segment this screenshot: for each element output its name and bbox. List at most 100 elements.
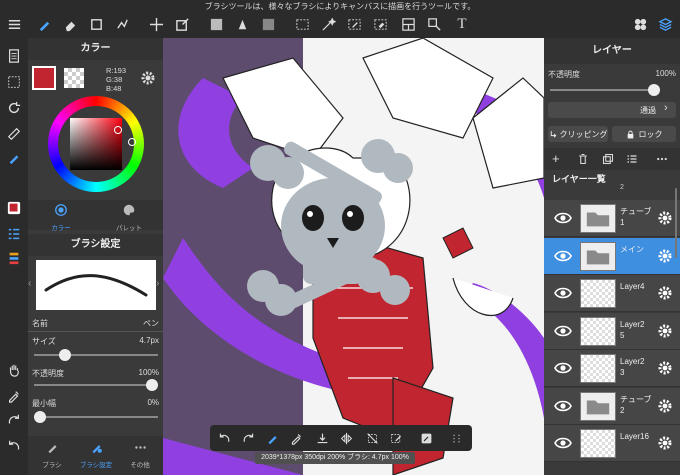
visibility-eye-icon[interactable] bbox=[554, 249, 572, 263]
drawing-canvas[interactable] bbox=[163, 38, 544, 475]
undo-icon[interactable] bbox=[216, 430, 232, 446]
visibility-eye-icon[interactable] bbox=[554, 436, 572, 450]
select-pen-icon[interactable] bbox=[344, 14, 364, 34]
tab-color[interactable]: カラー bbox=[46, 203, 76, 232]
select-rect-icon[interactable] bbox=[292, 14, 312, 34]
layers-icon[interactable] bbox=[655, 14, 675, 34]
brush-tool-icon[interactable] bbox=[34, 14, 54, 34]
rotate-icon[interactable] bbox=[4, 98, 24, 118]
menu-icon[interactable] bbox=[4, 14, 24, 34]
folder-thumbnail bbox=[580, 204, 616, 233]
pages-icon[interactable] bbox=[4, 46, 24, 66]
saturation-value-square[interactable] bbox=[70, 118, 122, 170]
visibility-eye-icon[interactable] bbox=[554, 399, 572, 413]
magic-wand-icon[interactable] bbox=[318, 14, 338, 34]
layer-opacity-knob[interactable] bbox=[648, 84, 660, 96]
fill-tool-icon[interactable] bbox=[206, 14, 226, 34]
min-width-slider-knob[interactable] bbox=[34, 411, 46, 423]
select-eraser-icon[interactable] bbox=[370, 14, 390, 34]
tab-palette[interactable]: パレット bbox=[114, 203, 144, 232]
delete-layer-icon[interactable] bbox=[577, 153, 589, 165]
layer-settings-gear-icon[interactable] bbox=[657, 210, 673, 226]
duplicate-layer-icon[interactable] bbox=[602, 153, 614, 165]
color-fill-icon[interactable] bbox=[258, 14, 278, 34]
material-stack-icon[interactable] bbox=[4, 248, 24, 268]
tab-other[interactable]: その他 bbox=[122, 441, 158, 469]
layer-name: チューブ 2 bbox=[620, 394, 652, 415]
transform-tool-icon[interactable] bbox=[172, 14, 192, 34]
pen-mode-icon[interactable] bbox=[4, 148, 24, 168]
blend-mode-select[interactable]: 通過 bbox=[548, 102, 676, 118]
redo-icon[interactable] bbox=[4, 410, 24, 430]
gradient-tool-icon[interactable] bbox=[232, 14, 252, 34]
eraser-tool-icon[interactable] bbox=[60, 14, 80, 34]
materials-icon[interactable] bbox=[630, 14, 650, 34]
lock-button[interactable]: ロック bbox=[612, 126, 676, 142]
pen-brush-icon[interactable] bbox=[264, 430, 280, 446]
layer-settings-gear-icon[interactable] bbox=[657, 360, 673, 376]
layer-settings-gear-icon[interactable] bbox=[657, 435, 673, 451]
visibility-eye-icon[interactable] bbox=[554, 361, 572, 375]
layer-name: Layer2 5 bbox=[620, 319, 645, 340]
clipping-button[interactable]: クリッピング bbox=[548, 126, 608, 142]
color-wheel[interactable] bbox=[48, 96, 144, 192]
deselect-icon[interactable] bbox=[364, 430, 380, 446]
sub-color-swatch[interactable] bbox=[64, 68, 84, 88]
undo-icon[interactable] bbox=[4, 436, 24, 456]
shape-tool-icon[interactable] bbox=[86, 14, 106, 34]
eyedropper-icon[interactable] bbox=[288, 430, 304, 446]
import-icon[interactable] bbox=[314, 430, 330, 446]
visibility-eye-icon[interactable] bbox=[554, 211, 572, 225]
move-tool-icon[interactable] bbox=[146, 14, 166, 34]
layer-row[interactable]: Layer16 bbox=[544, 425, 680, 462]
flip-icon[interactable] bbox=[338, 430, 354, 446]
blend-mode-value: 通過 bbox=[640, 105, 656, 115]
filter-tool-icon[interactable] bbox=[112, 14, 132, 34]
folder-icon bbox=[586, 399, 610, 414]
layer-settings-gear-icon[interactable] bbox=[657, 248, 673, 264]
layer-settings-gear-icon[interactable] bbox=[657, 323, 673, 339]
layer-row[interactable]: Layer2 5 bbox=[544, 312, 680, 350]
add-layer-icon[interactable]: + bbox=[552, 152, 560, 166]
size-slider[interactable] bbox=[34, 349, 158, 361]
brush-name-row[interactable]: 名前 ペン bbox=[28, 314, 163, 332]
layer-list-options-icon[interactable] bbox=[626, 153, 638, 165]
layer-panel-title: レイヤー bbox=[544, 38, 680, 64]
more-options-icon[interactable] bbox=[656, 153, 668, 165]
min-width-slider[interactable] bbox=[34, 411, 158, 423]
grid-handle-icon[interactable] bbox=[448, 430, 464, 446]
operation-tool-icon[interactable] bbox=[424, 14, 444, 34]
layer-settings-gear-icon[interactable] bbox=[657, 285, 673, 301]
layer-list-icon[interactable] bbox=[4, 224, 24, 244]
layer-row[interactable]: Layer2 3 bbox=[544, 350, 680, 387]
frame-divide-icon[interactable] bbox=[398, 14, 418, 34]
layer-row[interactable]: Layer4 bbox=[544, 275, 680, 312]
left-tool-strip bbox=[0, 38, 28, 475]
selection-icon[interactable] bbox=[4, 72, 24, 92]
layer-row[interactable]: チューブ 1 bbox=[544, 200, 680, 237]
color-settings-gear-icon[interactable] bbox=[140, 70, 156, 86]
layer-opacity-slider[interactable] bbox=[550, 84, 660, 96]
brush-prev-arrow-icon[interactable]: ‹ bbox=[28, 278, 36, 289]
selection-edit-icon[interactable] bbox=[388, 430, 404, 446]
redo-icon[interactable] bbox=[240, 430, 256, 446]
color-swatch-icon[interactable] bbox=[4, 198, 24, 218]
hand-tool-icon[interactable] bbox=[4, 360, 24, 380]
main-color-swatch[interactable] bbox=[32, 66, 56, 90]
layer-row[interactable]: チューブ 2 bbox=[544, 387, 680, 425]
layer-list-scrollbar[interactable] bbox=[675, 188, 677, 258]
layer-settings-gear-icon[interactable] bbox=[657, 398, 673, 414]
layer-row[interactable]: メイン bbox=[544, 237, 680, 275]
text-tool-icon[interactable]: T bbox=[452, 14, 472, 34]
size-label: サイズ bbox=[32, 337, 56, 346]
size-slider-knob[interactable] bbox=[58, 349, 71, 361]
opacity-slider-knob[interactable] bbox=[146, 379, 158, 391]
ruler-icon[interactable] bbox=[4, 124, 24, 144]
visibility-eye-icon[interactable] bbox=[554, 286, 572, 300]
fill-canvas-icon[interactable] bbox=[418, 430, 434, 446]
eyedropper-icon[interactable] bbox=[4, 386, 24, 406]
opacity-slider[interactable] bbox=[34, 379, 158, 391]
tab-brush[interactable]: ブラシ bbox=[34, 441, 70, 469]
tab-brush-settings[interactable]: ブラシ設定 bbox=[78, 441, 114, 469]
visibility-eye-icon[interactable] bbox=[554, 324, 572, 338]
